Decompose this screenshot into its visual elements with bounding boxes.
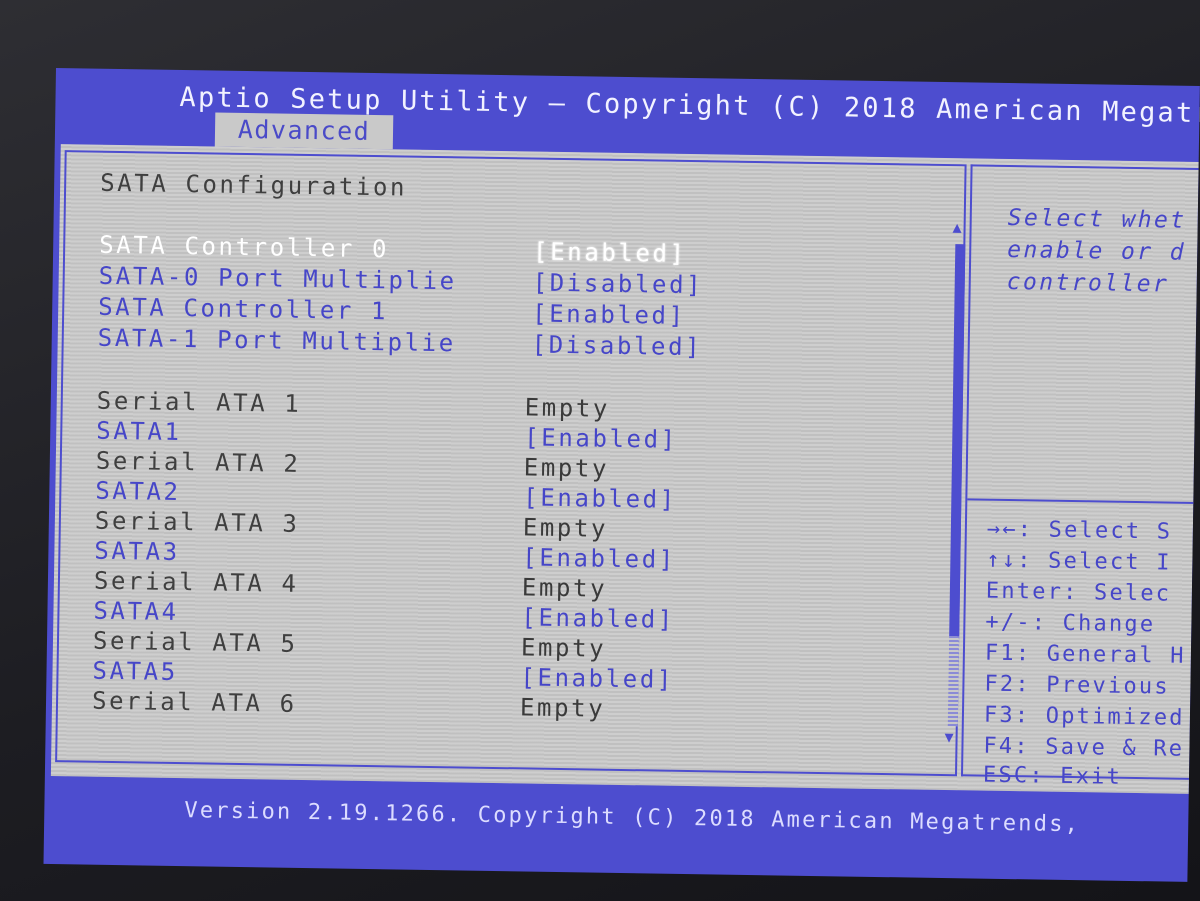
key-hint-select-screen: →←: Select S: [986, 516, 1173, 545]
serial-ata-3-value: Empty: [522, 513, 609, 543]
sata1-value[interactable]: [Enabled]: [524, 423, 678, 453]
key-hint-change: +/-: Change: [985, 609, 1156, 638]
key-hint-f3: F3: Optimized: [983, 702, 1185, 731]
serial-ata-3-label: Serial ATA 3: [94, 506, 300, 538]
key-hint-esc: ESC: Exit: [982, 762, 1123, 790]
footer-version: Version 2.19.1266. Copyright (C) 2018 Am…: [184, 798, 1081, 838]
sata1-label[interactable]: SATA1: [96, 417, 182, 446]
sata4-label[interactable]: SATA4: [93, 597, 179, 626]
tab-advanced[interactable]: Advanced: [214, 112, 394, 150]
content-panel: SATA Configuration SATA Controller 0 [En…: [50, 144, 1200, 794]
setting-label-sata-controller-0[interactable]: SATA Controller 0: [99, 231, 389, 264]
key-hint-f2: F2: Previous: [984, 671, 1170, 700]
sata4-value[interactable]: [Enabled]: [521, 603, 675, 633]
setting-value-sata0-port-multiplier[interactable]: [Disabled]: [532, 269, 703, 300]
help-line-1: Select whet: [1007, 204, 1187, 234]
sata3-label[interactable]: SATA3: [94, 537, 180, 566]
serial-ata-2-value: Empty: [523, 453, 610, 483]
scroll-up-arrow-icon[interactable]: ▲: [952, 218, 961, 236]
key-hint-select-item: ↑↓: Select I: [986, 547, 1172, 576]
setting-label-sata0-port-multiplier[interactable]: SATA-0 Port Multiplie: [99, 262, 457, 296]
key-hint-enter: Enter: Selec: [985, 578, 1172, 607]
key-hint-f4: F4: Save & Re: [983, 733, 1185, 762]
serial-ata-5-label: Serial ATA 5: [92, 626, 298, 658]
serial-ata-5-value: Empty: [520, 633, 607, 663]
sata3-value[interactable]: [Enabled]: [522, 543, 676, 573]
serial-ata-6-value: Empty: [519, 693, 606, 723]
serial-ata-1-label: Serial ATA 1: [96, 386, 302, 418]
serial-ata-4-value: Empty: [521, 573, 608, 603]
scroll-down-arrow-icon[interactable]: ▼: [944, 728, 953, 746]
help-line-3: controller: [1006, 268, 1170, 298]
key-hint-f1: F1: General H: [984, 640, 1186, 669]
sata5-value[interactable]: [Enabled]: [520, 663, 674, 693]
serial-ata-4-label: Serial ATA 4: [93, 566, 299, 598]
setting-value-sata-controller-0[interactable]: [Enabled]: [533, 238, 687, 268]
setting-value-sata-controller-1[interactable]: [Enabled]: [532, 300, 686, 330]
setting-label-sata1-port-multiplier[interactable]: SATA-1 Port Multiplie: [98, 324, 456, 358]
sata5-label[interactable]: SATA5: [92, 657, 178, 686]
scrollbar-track-remainder: [947, 636, 960, 727]
setting-value-sata1-port-multiplier[interactable]: [Disabled]: [531, 331, 702, 362]
bios-screen: Aptio Setup Utility – Copyright (C) 2018…: [43, 68, 1200, 882]
setting-label-sata-controller-1[interactable]: SATA Controller 1: [98, 293, 388, 326]
sata2-value[interactable]: [Enabled]: [523, 483, 677, 513]
serial-ata-1-value: Empty: [524, 393, 611, 423]
sata2-label[interactable]: SATA2: [95, 477, 181, 506]
section-title: SATA Configuration: [99, 168, 408, 202]
serial-ata-6-label: Serial ATA 6: [91, 686, 297, 718]
help-line-2: enable or d: [1007, 236, 1187, 266]
serial-ata-2-label: Serial ATA 2: [95, 446, 301, 478]
